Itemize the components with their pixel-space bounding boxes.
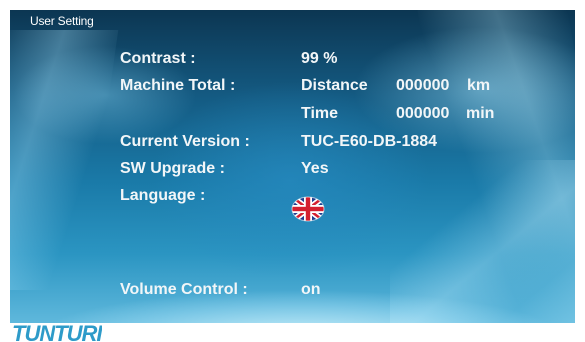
device-frame: User Setting Contrast : 99 % Machine Tot…: [0, 0, 585, 342]
contrast-value[interactable]: 99 %: [301, 50, 337, 68]
uk-flag-icon[interactable]: [291, 196, 325, 222]
time-value: 000000: [396, 105, 450, 122]
screen-title: User Setting: [30, 14, 94, 28]
sw-upgrade-value[interactable]: Yes: [301, 160, 329, 178]
background-streak: [390, 160, 575, 323]
background-glow: [10, 30, 119, 290]
time-label: Time: [301, 105, 339, 122]
current-version-label: Current Version :: [120, 133, 250, 150]
distance-unit: km: [467, 77, 491, 94]
sw-upgrade-label: SW Upgrade :: [120, 160, 225, 177]
distance-label: Distance: [301, 77, 368, 94]
tunturi-logo: TUNTURI: [12, 322, 102, 342]
current-version-value: TUC-E60-DB-1884: [301, 133, 438, 150]
settings-screen: [10, 10, 575, 323]
language-label: Language :: [120, 187, 206, 204]
machine-total-label: Machine Total :: [120, 77, 236, 94]
time-unit: min: [466, 105, 495, 122]
distance-value: 000000: [396, 77, 450, 94]
background-glow: [417, 10, 575, 323]
contrast-label: Contrast :: [120, 50, 196, 67]
volume-control-label: Volume Control :: [120, 281, 248, 298]
volume-control-value[interactable]: on: [301, 281, 321, 299]
background-wave: [10, 243, 575, 323]
